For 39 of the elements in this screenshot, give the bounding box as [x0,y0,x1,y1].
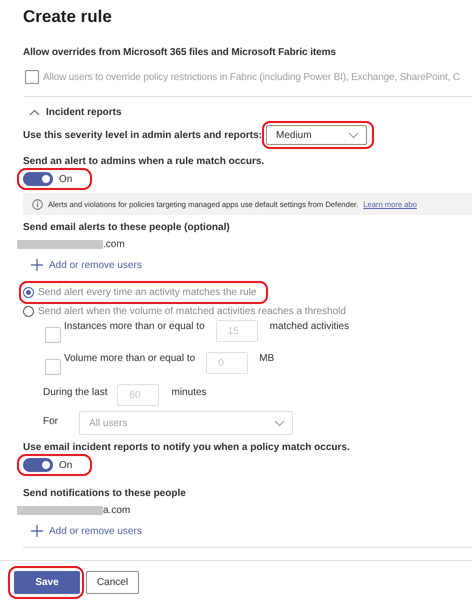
field-label: Volume more than or equal to [64,353,196,364]
page-title: Create rule [23,6,113,28]
field-label: Send an alert to admins when a rule match occurs. [23,156,266,167]
email-address: .com [103,239,125,250]
add-users-link[interactable]: Add or remove users [31,259,142,271]
toggle-label: On [59,460,72,470]
toggle-switch[interactable] [23,172,53,186]
severity-dropdown[interactable]: Medium [266,125,367,145]
toggle-switch[interactable] [23,458,53,472]
unit-label: minutes [171,387,206,398]
field-label: Use email incident reports to notify you when a policy match occurs. [23,442,351,453]
unit-label: MB [259,353,274,364]
cancel-button[interactable]: Cancel [86,570,139,594]
field-label: During the last [43,387,108,398]
chevron-down-icon [348,132,359,138]
plus-icon [31,259,43,271]
chevron-down-icon [274,420,285,426]
field-label: Instances more than or equal to [64,321,205,332]
radio-label: Send alert every time an activity matches the rule [38,287,256,298]
checkbox[interactable] [45,359,61,375]
field-label: Send notifications to these people [23,488,187,499]
chevron-icon [29,109,40,116]
add-users-link[interactable]: Add or remove users [31,525,142,537]
email-address: a.com [103,505,130,516]
section-toggle[interactable]: Incident reports [29,107,122,118]
unit-label: matched activities [270,321,350,332]
plus-icon [31,525,43,537]
radio-button[interactable] [23,306,34,317]
checkbox-label: Allow users to override policy restrictions in Fabric (including Power BI), Exchange, SharePoint, C [43,72,460,82]
field-label: Use this severity level in admin alerts and reports: [23,130,262,140]
toggle-label: On [59,174,72,184]
field-label: Send email alerts to these people (optional) [23,222,231,233]
field-label: For [43,416,59,426]
radio-label: Send alert when the volume of matched activities reaches a threshold [38,306,346,317]
save-button[interactable]: Save [14,570,80,594]
radio-button[interactable] [23,287,34,298]
checkbox[interactable] [45,327,61,343]
section-heading: Allow overrides from Microsoft 365 files and Microsoft Fabric items [23,47,337,58]
info-icon [32,198,43,210]
